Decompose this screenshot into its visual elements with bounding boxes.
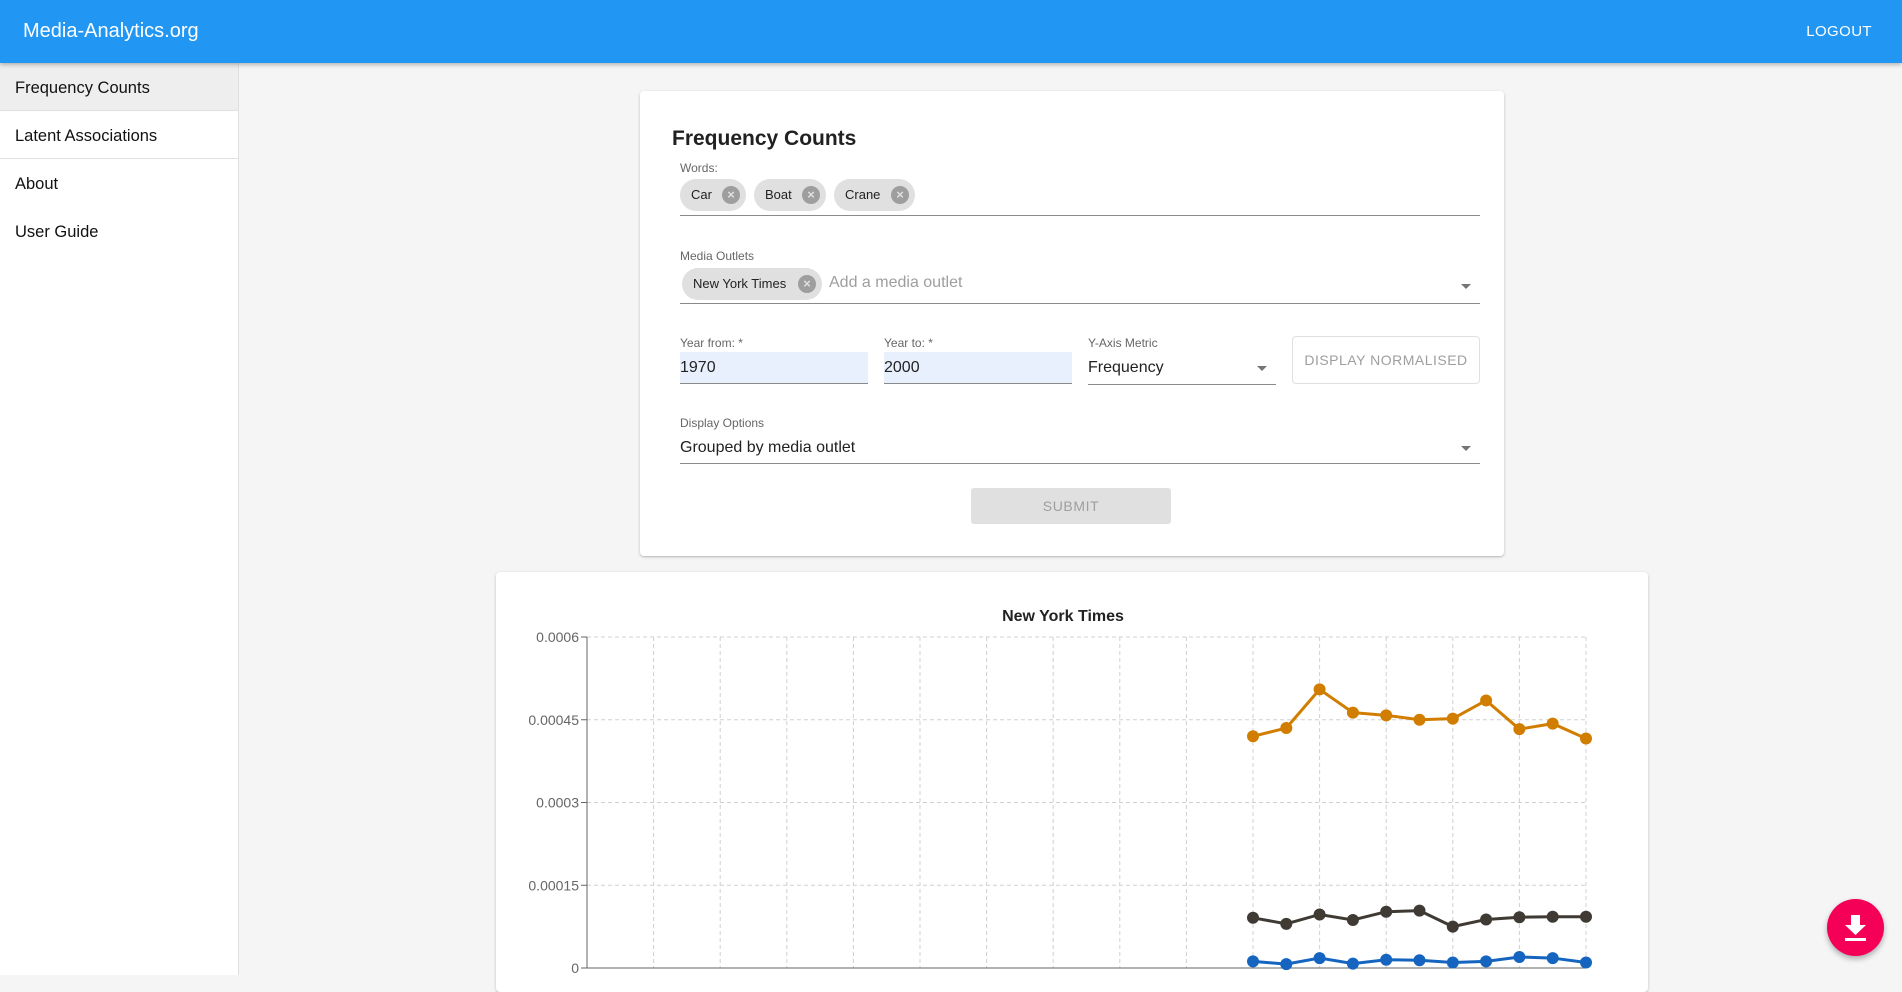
form-title: Frequency Counts xyxy=(672,127,857,150)
download-button[interactable] xyxy=(1827,899,1884,956)
y-axis-metric-label: Y-Axis Metric xyxy=(1088,336,1158,350)
data-point xyxy=(1546,717,1559,730)
media-outlets-label: Media Outlets xyxy=(680,249,755,263)
year-to-label: Year to: * xyxy=(884,336,933,350)
chip-remove-icon[interactable]: × xyxy=(798,275,816,293)
chevron-down-icon[interactable] xyxy=(1257,366,1267,371)
outlets-underline xyxy=(680,303,1480,304)
data-point xyxy=(1280,722,1293,735)
data-point xyxy=(1247,911,1259,924)
chip-remove-icon[interactable]: × xyxy=(891,186,909,204)
media-outlet-input[interactable]: Add a media outlet xyxy=(829,274,962,292)
word-chip[interactable]: Boat × xyxy=(754,179,826,211)
data-point xyxy=(1413,954,1426,967)
y-tick-label: 0.00045 xyxy=(528,712,579,728)
query-form-card: Frequency Counts Words: Car × Boat × Cra… xyxy=(640,91,1504,556)
data-point xyxy=(1247,730,1259,743)
data-point xyxy=(1280,917,1293,930)
submit-button[interactable]: SUBMIT xyxy=(971,488,1171,524)
frequency-line-chart: New York Times 0 0.00015 0.0003 0.00045 0.00… xyxy=(528,608,1592,976)
data-point xyxy=(1380,953,1393,966)
year-from-label: Year from: * xyxy=(680,336,743,350)
chip-remove-icon[interactable]: × xyxy=(802,186,820,204)
y-tick-label: 0.0006 xyxy=(536,629,579,645)
data-point xyxy=(1446,956,1459,969)
chip-label: Crane xyxy=(845,187,881,202)
data-point xyxy=(1380,709,1393,722)
chip-label: Boat xyxy=(765,187,792,202)
y-tick-label: 0 xyxy=(571,960,579,976)
chip-label: New York Times xyxy=(693,276,787,291)
data-point xyxy=(1313,683,1326,696)
y-tick-label: 0.00015 xyxy=(528,877,579,893)
words-underline xyxy=(680,215,1480,216)
chart-card: New York Times 0 0.00015 0.0003 0.00045 0.00… xyxy=(496,572,1648,992)
data-point xyxy=(1513,950,1526,963)
chevron-down-icon[interactable] xyxy=(1461,446,1471,451)
year-from-input[interactable]: 1970 xyxy=(680,352,868,384)
word-chip[interactable]: Crane × xyxy=(834,179,915,211)
download-icon xyxy=(1845,915,1866,941)
data-point xyxy=(1280,958,1293,971)
y-tick-label: 0.0003 xyxy=(536,795,579,811)
data-point xyxy=(1413,904,1426,917)
display-normalised-button[interactable]: DISPLAY NORMALISED xyxy=(1292,336,1480,384)
data-point xyxy=(1513,723,1526,736)
sidebar-item-about[interactable]: About xyxy=(0,159,238,207)
data-point xyxy=(1580,956,1592,969)
data-point xyxy=(1346,706,1359,719)
data-point xyxy=(1580,732,1592,745)
y-axis-metric-select[interactable]: Frequency xyxy=(1088,359,1164,377)
sidebar-item-frequency-counts[interactable]: Frequency Counts xyxy=(0,63,238,111)
data-point xyxy=(1480,913,1493,926)
data-point xyxy=(1247,955,1259,968)
metric-underline xyxy=(1088,384,1276,385)
data-point xyxy=(1313,952,1326,965)
app-title[interactable]: Media-Analytics.org xyxy=(23,20,199,43)
data-point xyxy=(1346,957,1359,970)
chevron-down-icon[interactable] xyxy=(1461,284,1471,289)
chart-title: New York Times xyxy=(1002,608,1124,625)
app-bar: Media-Analytics.org LOGOUT xyxy=(0,0,1902,63)
data-point xyxy=(1346,914,1359,927)
sidebar: Frequency Counts Latent Associations Abo… xyxy=(0,63,239,975)
data-point xyxy=(1480,694,1493,707)
data-point xyxy=(1546,952,1559,965)
word-chip[interactable]: Car × xyxy=(680,179,746,211)
chip-label: Car xyxy=(691,187,712,202)
data-point xyxy=(1546,910,1559,923)
display-options-underline xyxy=(680,463,1480,464)
chip-remove-icon[interactable]: × xyxy=(722,186,740,204)
data-point xyxy=(1480,955,1493,968)
data-point xyxy=(1413,713,1426,726)
logout-button[interactable]: LOGOUT xyxy=(1806,23,1872,40)
outlet-chip[interactable]: New York Times × xyxy=(682,268,822,300)
display-options-label: Display Options xyxy=(680,416,765,430)
data-point xyxy=(1446,920,1459,933)
display-options-select[interactable]: Grouped by media outlet xyxy=(680,439,855,457)
data-point xyxy=(1513,911,1526,924)
sidebar-item-latent-associations[interactable]: Latent Associations xyxy=(0,111,238,159)
data-point xyxy=(1446,712,1459,725)
data-point xyxy=(1380,905,1393,918)
data-point xyxy=(1313,908,1326,921)
data-point xyxy=(1580,910,1592,923)
sidebar-item-user-guide[interactable]: User Guide xyxy=(0,207,238,255)
year-to-input[interactable]: 2000 xyxy=(884,352,1072,384)
words-label: Words: xyxy=(680,161,718,175)
